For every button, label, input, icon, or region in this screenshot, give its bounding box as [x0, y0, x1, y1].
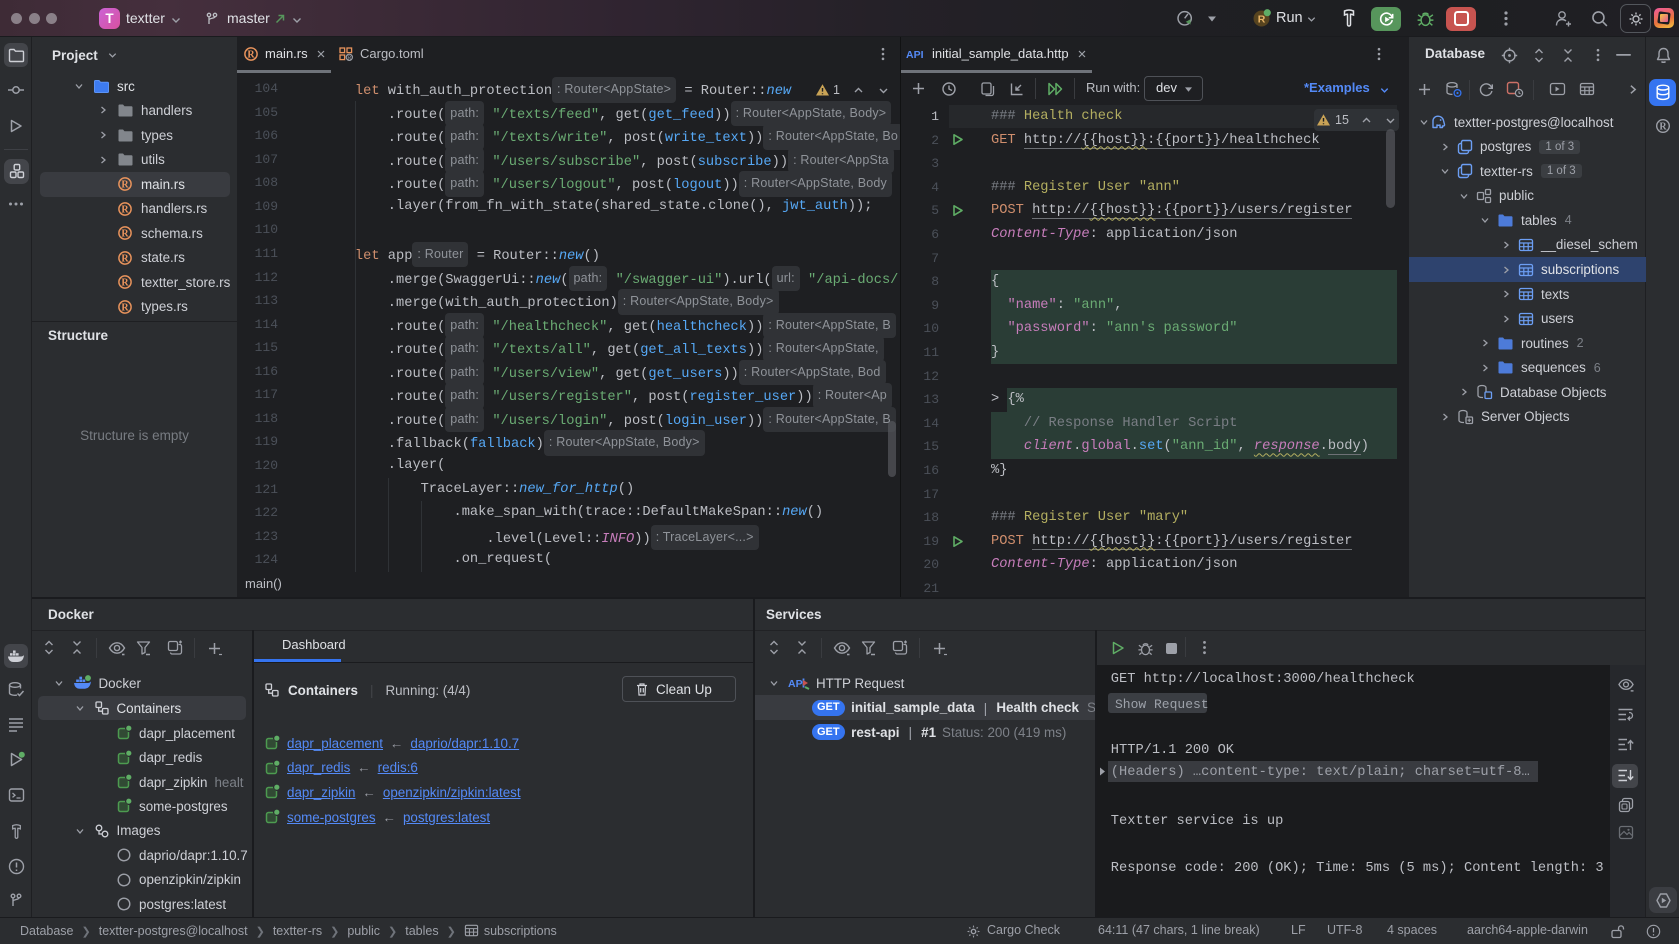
svg-text:R: R: [121, 204, 129, 215]
svg-text:R: R: [121, 180, 129, 191]
svg-text:R: R: [347, 54, 352, 61]
svg-text:R: R: [121, 303, 129, 314]
svg-text:R: R: [1659, 122, 1667, 133]
svg-text:AP: AP: [788, 678, 803, 690]
svg-text:R: R: [247, 49, 255, 60]
svg-text:R: R: [1258, 13, 1266, 25]
svg-text:R: R: [121, 278, 129, 289]
svg-text:R: R: [121, 229, 129, 240]
svg-text:R: R: [121, 253, 129, 264]
svg-text:API: API: [906, 49, 924, 61]
